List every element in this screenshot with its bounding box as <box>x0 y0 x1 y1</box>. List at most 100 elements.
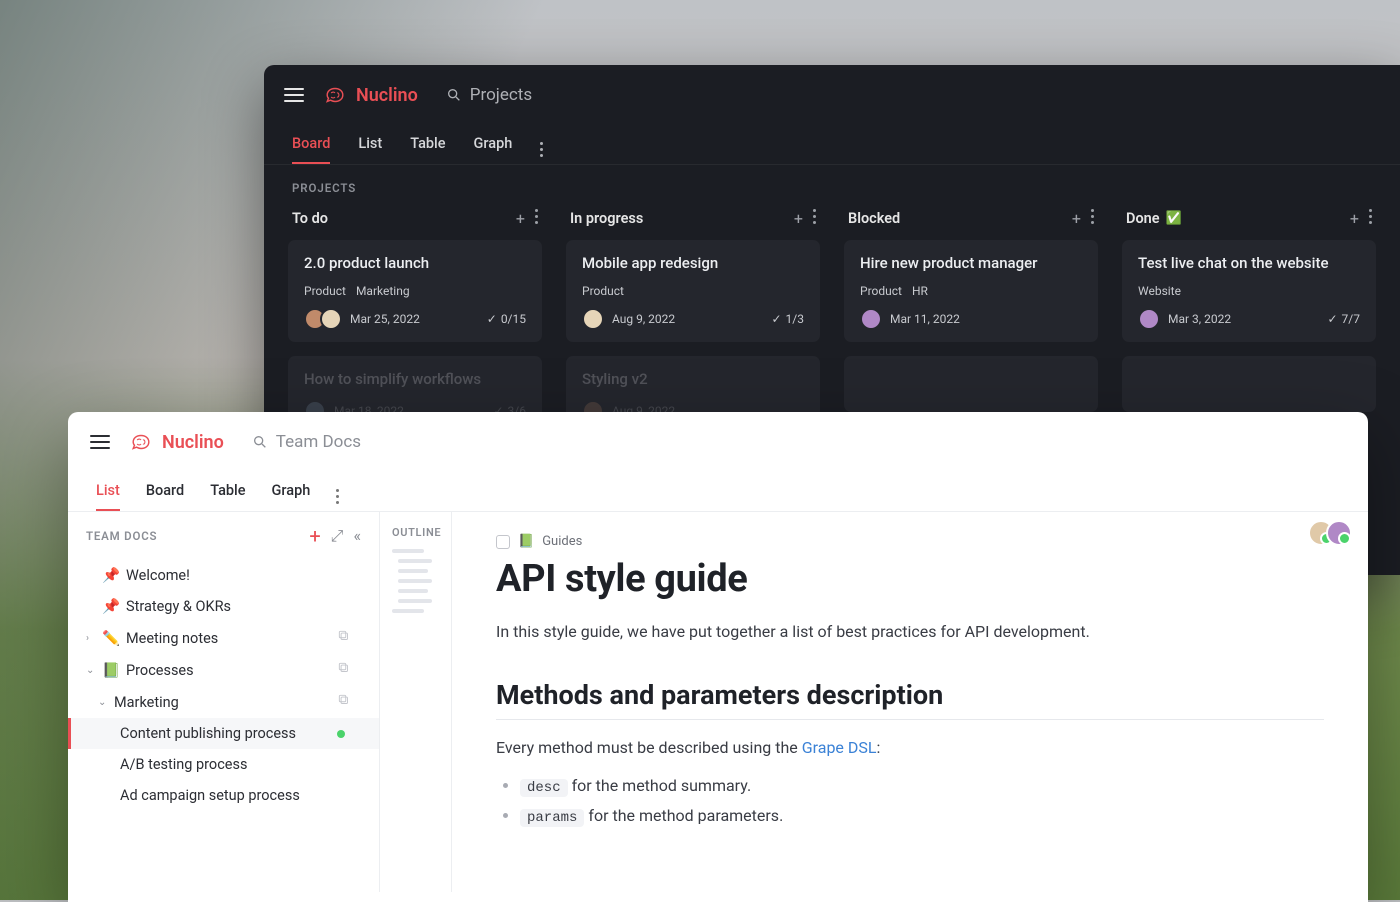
page-icon <box>496 535 510 549</box>
grape-dsl-link[interactable]: Grape DSL <box>802 738 877 757</box>
doc-intro[interactable]: In this style guide, we have put togethe… <box>496 619 1324 645</box>
page-title[interactable]: API style guide <box>496 557 1324 601</box>
avatar[interactable] <box>1326 520 1352 546</box>
collaborators <box>1308 520 1352 546</box>
page-tree: 📌Welcome! 📌 Strategy & OKRs ›✏️Meeting no… <box>68 556 379 815</box>
add-card-button[interactable]: + <box>516 209 525 228</box>
tree-item-ab-testing[interactable]: A/B testing process <box>68 749 379 780</box>
column-title: To do <box>292 210 328 227</box>
card-date: Mar 3, 2022 <box>1168 312 1231 326</box>
pin-icon: 📌 <box>102 598 120 615</box>
add-card-button[interactable]: + <box>1072 209 1081 228</box>
app-logo[interactable]: Nuclino <box>322 82 418 108</box>
code-pill: desc <box>520 779 568 797</box>
search-input[interactable]: Projects <box>436 79 542 111</box>
brain-icon <box>128 429 154 455</box>
duplicate-icon[interactable] <box>337 629 351 647</box>
board-card[interactable]: 2.0 product launch ProductMarketing Mar … <box>288 240 542 342</box>
tab-board[interactable]: Board <box>146 472 184 511</box>
tree-label: Content publishing process <box>120 725 296 742</box>
sidebar: TEAM DOCS + ⤢ « 📌Welcome! 📌 Strategy & OK… <box>68 512 380 892</box>
tab-table[interactable]: Table <box>210 472 245 511</box>
card-date: Mar 11, 2022 <box>890 312 960 326</box>
outline-panel: OUTLINE <box>380 512 452 892</box>
doc-paragraph[interactable]: Every method must be described using the… <box>496 734 1324 761</box>
book-icon: 📗 <box>518 534 534 549</box>
column-menu-button[interactable] <box>813 209 816 228</box>
card-date: Aug 9, 2022 <box>612 312 675 326</box>
app-logo[interactable]: Nuclino <box>128 429 224 455</box>
view-tabs: List Board Table Graph <box>68 472 1368 512</box>
tab-board[interactable]: Board <box>292 125 330 164</box>
board-card[interactable] <box>1122 356 1376 412</box>
chevron-right-icon[interactable]: › <box>86 633 96 644</box>
outline-minimap[interactable] <box>392 549 439 613</box>
board-card[interactable]: Mobile app redesign Product Aug 9, 2022 … <box>566 240 820 342</box>
add-card-button[interactable]: + <box>1350 209 1359 228</box>
board-card[interactable] <box>844 356 1098 412</box>
brain-icon <box>322 82 348 108</box>
hamburger-icon[interactable] <box>90 435 110 449</box>
hamburger-icon[interactable] <box>284 88 304 102</box>
tab-table[interactable]: Table <box>410 125 445 164</box>
chevron-down-icon[interactable]: ⌄ <box>98 697 108 708</box>
tree-item-meeting-notes[interactable]: ›✏️Meeting notes <box>68 622 379 654</box>
column-title: Done✅ <box>1126 210 1182 227</box>
doc-bullet-list[interactable]: desc for the method summary. params for … <box>496 771 1324 832</box>
card-tag: HR <box>912 284 928 298</box>
tree-item-welcome[interactable]: 📌Welcome! <box>68 560 379 591</box>
tree-item-content-publishing[interactable]: Content publishing process <box>68 718 379 749</box>
column-menu-button[interactable] <box>535 209 538 228</box>
column-menu-button[interactable] <box>1091 209 1094 228</box>
tree-label: Processes <box>126 662 194 679</box>
list-item[interactable]: params for the method parameters. <box>520 801 1324 832</box>
add-page-button[interactable]: + <box>309 526 320 546</box>
card-tag: Marketing <box>356 284 410 298</box>
tree-item-strategy[interactable]: 📌 Strategy & OKRs <box>68 591 379 622</box>
add-card-button[interactable]: + <box>794 209 803 228</box>
tab-graph[interactable]: Graph <box>272 472 311 511</box>
tabs-more-button[interactable] <box>336 479 339 504</box>
tree-label: Ad campaign setup process <box>120 787 300 804</box>
search-input[interactable]: Team Docs <box>242 426 371 458</box>
presence-dot-icon <box>337 730 345 738</box>
card-tag: Website <box>1138 284 1181 298</box>
chevron-down-icon[interactable]: ⌄ <box>86 665 96 676</box>
card-tag: Product <box>860 284 902 298</box>
tree-label: Welcome! <box>126 567 190 584</box>
card-title: Hire new product manager <box>860 254 1082 272</box>
tree-label: Meeting notes <box>126 630 218 647</box>
board-card[interactable]: Hire new product manager Product HR Mar 1… <box>844 240 1098 342</box>
tree-label: A/B testing process <box>120 756 247 773</box>
search-icon <box>446 87 462 103</box>
tree-item-marketing[interactable]: ⌄Marketing <box>68 686 379 718</box>
card-title: 2.0 product launch <box>304 254 526 272</box>
tab-list[interactable]: List <box>358 125 382 164</box>
tab-list[interactable]: List <box>96 472 120 511</box>
collapse-icon[interactable]: « <box>353 526 361 546</box>
doc-heading[interactable]: Methods and parameters description <box>496 679 1324 711</box>
card-title: Test live chat on the website <box>1138 254 1360 272</box>
search-placeholder: Team Docs <box>276 432 361 452</box>
duplicate-icon[interactable] <box>337 693 351 711</box>
column-title: Blocked <box>848 210 900 227</box>
tree-label: Strategy & OKRs <box>126 598 231 615</box>
tree-item-ad-campaign[interactable]: Ad campaign setup process <box>68 780 379 811</box>
sidebar-label: TEAM DOCS <box>86 529 157 543</box>
expand-icon[interactable]: ⤢ <box>331 526 344 546</box>
book-icon: 📗 <box>102 662 120 679</box>
outline-label: OUTLINE <box>392 526 439 539</box>
duplicate-icon[interactable] <box>337 661 351 679</box>
list-item[interactable]: desc for the method summary. <box>520 771 1324 802</box>
card-title: How to simplify workflows <box>304 370 526 388</box>
card-title: Styling v2 <box>582 370 804 388</box>
tree-item-processes[interactable]: ⌄ 📗 Processes <box>68 654 379 686</box>
board-card[interactable]: Test live chat on the website Website Ma… <box>1122 240 1376 342</box>
breadcrumb[interactable]: 📗 Guides <box>496 534 1324 549</box>
section-label: PROJECTS <box>264 165 1400 203</box>
tab-graph[interactable]: Graph <box>474 125 513 164</box>
column-menu-button[interactable] <box>1369 209 1372 228</box>
tabs-more-button[interactable] <box>540 132 543 157</box>
window-team-docs: Nuclino Team Docs List Board Table Graph… <box>68 412 1368 902</box>
document-editor[interactable]: 📗 Guides API style guide In this style g… <box>452 512 1368 892</box>
